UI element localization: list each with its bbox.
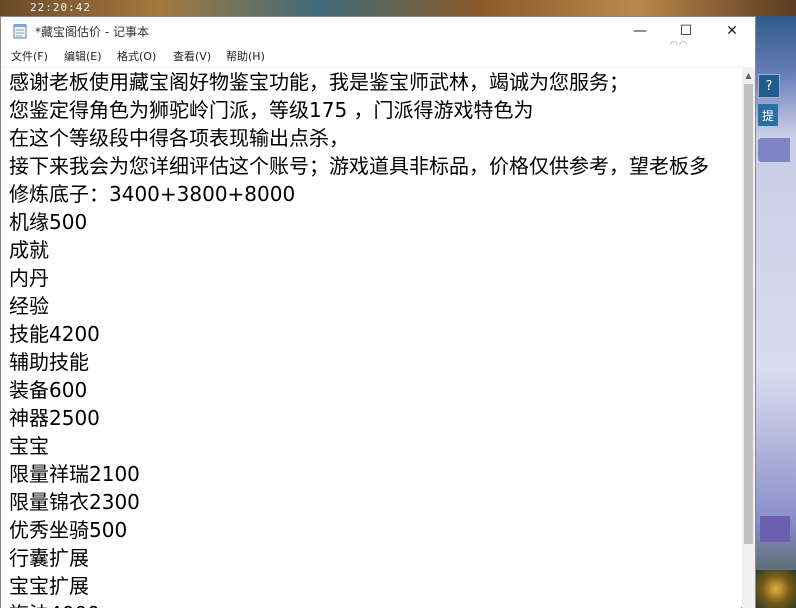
text-line: 内丹	[9, 266, 49, 290]
minimize-button[interactable]: —	[617, 17, 663, 45]
game-ornament	[756, 570, 796, 608]
text-line: 您鉴定得角色为狮驼岭门派，等级175 ，门派得游戏特色为	[9, 98, 534, 122]
text-line: 宝宝扩展	[9, 574, 89, 598]
text-line: 辅助技能	[9, 350, 89, 374]
scroll-thumb[interactable]	[744, 84, 753, 544]
game-clock: 22:20:42	[30, 1, 91, 14]
text-line: 接下来我会为您详细评估这个账号；游戏道具非标品，价格仅供参考，望老板多	[9, 154, 709, 178]
text-line: 修炼底子：3400+3800+8000	[9, 182, 296, 206]
text-content: 感谢老板使用藏宝阁好物鉴宝功能，我是鉴宝师武林，竭诚为您服务； 您鉴定得角色为狮驼…	[9, 68, 709, 608]
game-side-tab[interactable]	[758, 138, 790, 162]
menu-edit[interactable]: 编辑(E)	[64, 48, 102, 64]
vertical-scrollbar[interactable]: ▲	[742, 68, 755, 608]
text-editor[interactable]: 感谢老板使用藏宝阁好物鉴宝功能，我是鉴宝师武林，竭诚为您服务； 您鉴定得角色为狮驼…	[1, 68, 741, 608]
text-line: 技能4200	[9, 322, 100, 346]
text-line: 机缘500	[9, 210, 88, 234]
title-bar[interactable]: *藏宝阁估价 - 记事本 — ☐ ✕	[1, 17, 755, 45]
menu-bar: 文件(F) 编辑(E) 格式(O) 查看(V) 帮助(H)	[1, 45, 755, 68]
text-line: 行囊扩展	[9, 546, 89, 570]
text-line: 宝宝	[9, 434, 49, 458]
menu-view[interactable]: 查看(V)	[173, 48, 211, 64]
notepad-window: *藏宝阁估价 - 记事本 — ☐ ✕ QQ 文件(F) 编辑(E) 格式(O) …	[0, 16, 756, 608]
game-side-button[interactable]: 提	[758, 104, 778, 126]
text-line: 装备600	[9, 378, 88, 402]
text-line: 在这个等级段中得各项表现输出点杀，	[9, 126, 349, 150]
text-line: 限量锦衣2300	[9, 490, 140, 514]
text-line: 优秀坐骑500	[9, 518, 128, 542]
menu-file[interactable]: 文件(F)	[11, 48, 48, 64]
menu-help[interactable]: 帮助(H)	[226, 48, 265, 64]
text-line: 限量祥瑞2100	[9, 462, 140, 486]
text-line: 神器2500	[9, 406, 100, 430]
window-title: *藏宝阁估价 - 记事本	[35, 25, 149, 39]
text-line: 成就	[9, 238, 49, 262]
scroll-up-icon[interactable]: ▲	[742, 68, 755, 82]
game-top-bar	[0, 0, 796, 16]
close-button[interactable]: ✕	[709, 17, 755, 45]
text-line: 经验	[9, 294, 49, 318]
notepad-icon	[13, 24, 27, 39]
text-line: 感谢老板使用藏宝阁好物鉴宝功能，我是鉴宝师武林，竭诚为您服务；	[9, 70, 629, 94]
menu-format[interactable]: 格式(O)	[117, 48, 156, 64]
game-help-button[interactable]: ?	[758, 74, 780, 98]
text-line: 旗法4000	[9, 600, 709, 608]
game-side-block	[760, 516, 790, 542]
